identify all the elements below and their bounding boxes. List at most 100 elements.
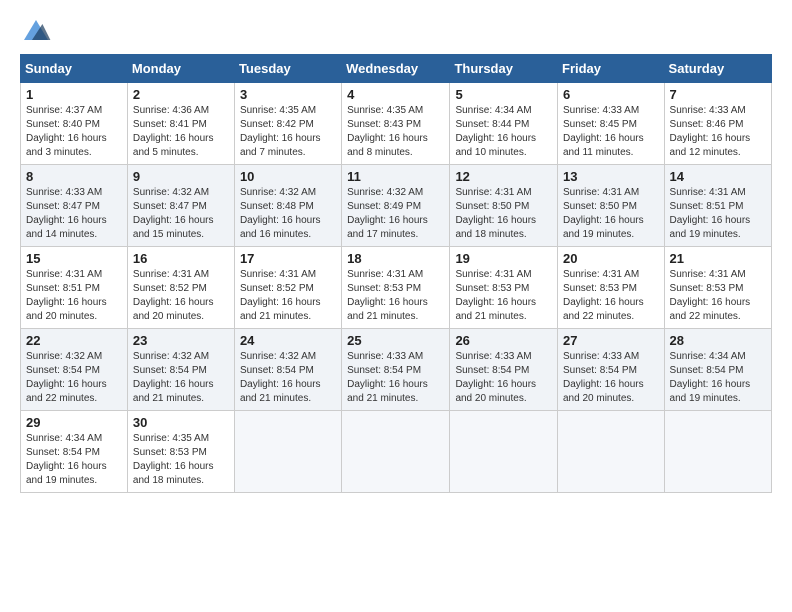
calendar-cell: 28 Sunrise: 4:34 AMSunset: 8:54 PMDayligh… — [664, 329, 771, 411]
calendar-cell: 10 Sunrise: 4:32 AMSunset: 8:48 PMDayligh… — [234, 165, 341, 247]
day-info: Sunrise: 4:34 AMSunset: 8:54 PMDaylight:… — [26, 432, 122, 488]
calendar-cell — [342, 411, 450, 493]
calendar-cell: 12 Sunrise: 4:31 AMSunset: 8:50 PMDayligh… — [450, 165, 558, 247]
calendar-cell: 5 Sunrise: 4:34 AMSunset: 8:44 PMDaylight… — [450, 83, 558, 165]
day-info: Sunrise: 4:33 AMSunset: 8:54 PMDaylight:… — [347, 350, 444, 406]
calendar-table: SundayMondayTuesdayWednesdayThursdayFrid… — [20, 54, 772, 493]
calendar-cell: 16 Sunrise: 4:31 AMSunset: 8:52 PMDayligh… — [127, 247, 234, 329]
day-number: 3 — [240, 87, 336, 102]
day-info: Sunrise: 4:35 AMSunset: 8:53 PMDaylight:… — [133, 432, 229, 488]
day-number: 24 — [240, 333, 336, 348]
logo-icon — [20, 16, 52, 44]
calendar-week-row: 29 Sunrise: 4:34 AMSunset: 8:54 PMDayligh… — [21, 411, 772, 493]
day-number: 16 — [133, 251, 229, 266]
day-info: Sunrise: 4:31 AMSunset: 8:53 PMDaylight:… — [455, 268, 552, 324]
calendar-cell: 15 Sunrise: 4:31 AMSunset: 8:51 PMDayligh… — [21, 247, 128, 329]
calendar-week-row: 1 Sunrise: 4:37 AMSunset: 8:40 PMDaylight… — [21, 83, 772, 165]
day-number: 2 — [133, 87, 229, 102]
day-number: 28 — [670, 333, 766, 348]
logo — [20, 16, 56, 44]
day-number: 22 — [26, 333, 122, 348]
calendar-cell: 14 Sunrise: 4:31 AMSunset: 8:51 PMDayligh… — [664, 165, 771, 247]
calendar-week-row: 22 Sunrise: 4:32 AMSunset: 8:54 PMDayligh… — [21, 329, 772, 411]
day-number: 4 — [347, 87, 444, 102]
calendar-header-thursday: Thursday — [450, 55, 558, 83]
day-number: 7 — [670, 87, 766, 102]
calendar-cell: 3Sunrise: 4:35 AMSunset: 8:42 PMDaylight… — [234, 83, 341, 165]
day-info: Sunrise: 4:31 AMSunset: 8:52 PMDaylight:… — [240, 268, 336, 324]
header — [20, 16, 772, 44]
day-info: Sunrise: 4:33 AMSunset: 8:45 PMDaylight:… — [563, 104, 659, 160]
day-info: Sunrise: 4:33 AMSunset: 8:46 PMDaylight:… — [670, 104, 766, 160]
calendar-body: 1 Sunrise: 4:37 AMSunset: 8:40 PMDaylight… — [21, 83, 772, 493]
calendar-cell: 2 Sunrise: 4:36 AMSunset: 8:41 PMDaylight… — [127, 83, 234, 165]
day-number: 25 — [347, 333, 444, 348]
calendar-cell — [234, 411, 341, 493]
day-info: Sunrise: 4:34 AMSunset: 8:54 PMDaylight:… — [670, 350, 766, 406]
day-info: Sunrise: 4:31 AMSunset: 8:50 PMDaylight:… — [455, 186, 552, 242]
calendar-header-sunday: Sunday — [21, 55, 128, 83]
calendar-cell: 18 Sunrise: 4:31 AMSunset: 8:53 PMDayligh… — [342, 247, 450, 329]
day-info: Sunrise: 4:33 AMSunset: 8:47 PMDaylight:… — [26, 186, 122, 242]
day-info: Sunrise: 4:36 AMSunset: 8:41 PMDaylight:… — [133, 104, 229, 160]
calendar-cell: 20Sunrise: 4:31 AMSunset: 8:53 PMDayligh… — [558, 247, 665, 329]
day-info: Sunrise: 4:31 AMSunset: 8:51 PMDaylight:… — [26, 268, 122, 324]
day-info: Sunrise: 4:33 AMSunset: 8:54 PMDaylight:… — [563, 350, 659, 406]
day-number: 27 — [563, 333, 659, 348]
day-number: 18 — [347, 251, 444, 266]
calendar-week-row: 8Sunrise: 4:33 AMSunset: 8:47 PMDaylight… — [21, 165, 772, 247]
day-number: 11 — [347, 169, 444, 184]
calendar-header-friday: Friday — [558, 55, 665, 83]
day-info: Sunrise: 4:32 AMSunset: 8:49 PMDaylight:… — [347, 186, 444, 242]
day-number: 19 — [455, 251, 552, 266]
day-number: 14 — [670, 169, 766, 184]
day-info: Sunrise: 4:32 AMSunset: 8:54 PMDaylight:… — [133, 350, 229, 406]
day-number: 13 — [563, 169, 659, 184]
day-number: 23 — [133, 333, 229, 348]
day-info: Sunrise: 4:32 AMSunset: 8:54 PMDaylight:… — [240, 350, 336, 406]
day-number: 30 — [133, 415, 229, 430]
day-info: Sunrise: 4:33 AMSunset: 8:54 PMDaylight:… — [455, 350, 552, 406]
day-info: Sunrise: 4:31 AMSunset: 8:51 PMDaylight:… — [670, 186, 766, 242]
day-info: Sunrise: 4:34 AMSunset: 8:44 PMDaylight:… — [455, 104, 552, 160]
day-number: 21 — [670, 251, 766, 266]
day-info: Sunrise: 4:37 AMSunset: 8:40 PMDaylight:… — [26, 104, 122, 160]
day-number: 15 — [26, 251, 122, 266]
calendar-cell: 21Sunrise: 4:31 AMSunset: 8:53 PMDayligh… — [664, 247, 771, 329]
calendar-cell: 4 Sunrise: 4:35 AMSunset: 8:43 PMDaylight… — [342, 83, 450, 165]
day-info: Sunrise: 4:31 AMSunset: 8:52 PMDaylight:… — [133, 268, 229, 324]
day-number: 29 — [26, 415, 122, 430]
calendar-cell: 17Sunrise: 4:31 AMSunset: 8:52 PMDayligh… — [234, 247, 341, 329]
day-number: 1 — [26, 87, 122, 102]
day-info: Sunrise: 4:32 AMSunset: 8:48 PMDaylight:… — [240, 186, 336, 242]
calendar-cell — [558, 411, 665, 493]
calendar-cell: 9 Sunrise: 4:32 AMSunset: 8:47 PMDaylight… — [127, 165, 234, 247]
calendar-cell: 22 Sunrise: 4:32 AMSunset: 8:54 PMDayligh… — [21, 329, 128, 411]
calendar-cell: 8Sunrise: 4:33 AMSunset: 8:47 PMDaylight… — [21, 165, 128, 247]
calendar-header-row: SundayMondayTuesdayWednesdayThursdayFrid… — [21, 55, 772, 83]
calendar-header-wednesday: Wednesday — [342, 55, 450, 83]
day-info: Sunrise: 4:31 AMSunset: 8:50 PMDaylight:… — [563, 186, 659, 242]
calendar-cell: 24 Sunrise: 4:32 AMSunset: 8:54 PMDayligh… — [234, 329, 341, 411]
calendar-cell: 13 Sunrise: 4:31 AMSunset: 8:50 PMDayligh… — [558, 165, 665, 247]
calendar-cell: 27 Sunrise: 4:33 AMSunset: 8:54 PMDayligh… — [558, 329, 665, 411]
day-info: Sunrise: 4:32 AMSunset: 8:54 PMDaylight:… — [26, 350, 122, 406]
calendar-cell: 11 Sunrise: 4:32 AMSunset: 8:49 PMDayligh… — [342, 165, 450, 247]
day-info: Sunrise: 4:31 AMSunset: 8:53 PMDaylight:… — [347, 268, 444, 324]
day-number: 9 — [133, 169, 229, 184]
calendar-cell — [664, 411, 771, 493]
day-number: 12 — [455, 169, 552, 184]
page: SundayMondayTuesdayWednesdayThursdayFrid… — [0, 0, 792, 612]
day-number: 26 — [455, 333, 552, 348]
calendar-cell: 23 Sunrise: 4:32 AMSunset: 8:54 PMDayligh… — [127, 329, 234, 411]
calendar-cell — [450, 411, 558, 493]
day-info: Sunrise: 4:31 AMSunset: 8:53 PMDaylight:… — [563, 268, 659, 324]
calendar-cell: 7 Sunrise: 4:33 AMSunset: 8:46 PMDaylight… — [664, 83, 771, 165]
day-number: 10 — [240, 169, 336, 184]
calendar-cell: 25 Sunrise: 4:33 AMSunset: 8:54 PMDayligh… — [342, 329, 450, 411]
day-number: 5 — [455, 87, 552, 102]
calendar-header-monday: Monday — [127, 55, 234, 83]
day-info: Sunrise: 4:32 AMSunset: 8:47 PMDaylight:… — [133, 186, 229, 242]
day-info: Sunrise: 4:35 AMSunset: 8:43 PMDaylight:… — [347, 104, 444, 160]
day-number: 6 — [563, 87, 659, 102]
